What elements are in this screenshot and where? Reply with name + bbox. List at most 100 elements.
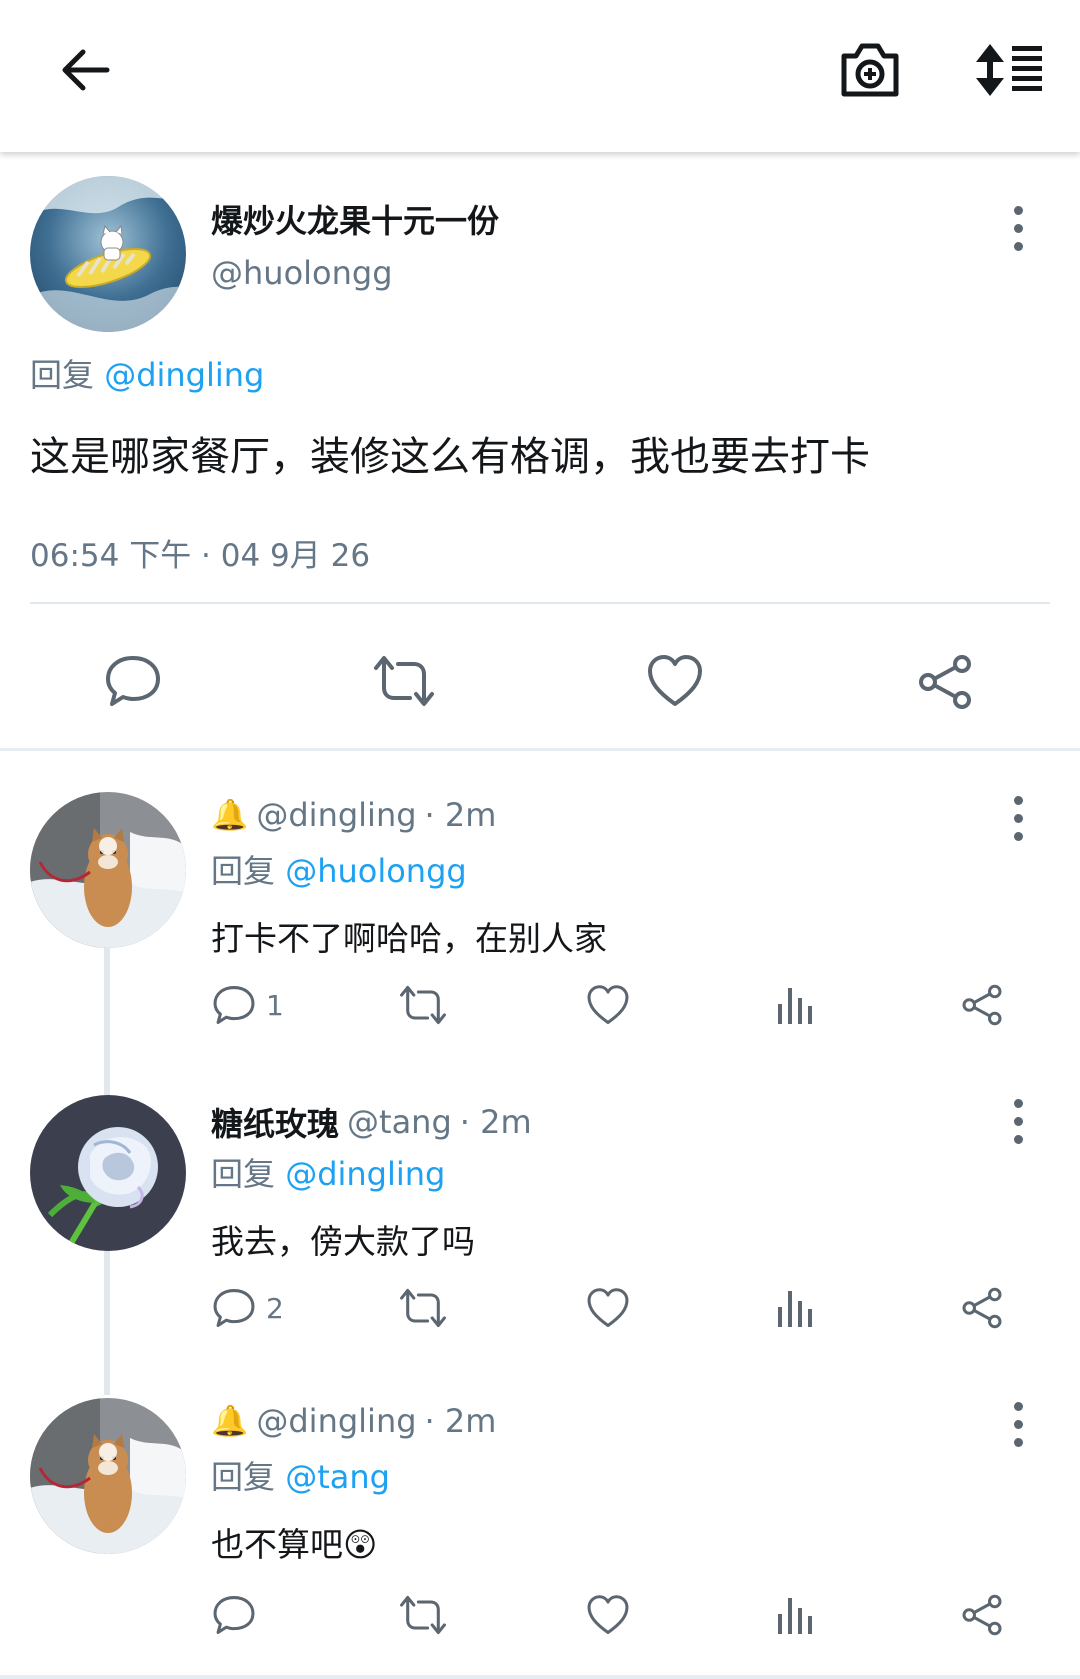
reply-context: 回复 @dingling (211, 1149, 445, 1195)
reply-mention-link[interactable]: @huolongg (285, 852, 467, 890)
author-display-name[interactable]: 爆炒火龙果十元一份 (211, 196, 499, 242)
like-button[interactable] (586, 1287, 630, 1329)
reply-count: 1 (266, 988, 284, 1022)
reply-context: 回复 @dingling (30, 350, 264, 396)
retweet-button[interactable] (370, 654, 438, 708)
avatar-crystal-rose-image (30, 1095, 186, 1251)
share-button[interactable] (960, 1594, 1004, 1636)
dot (1013, 1437, 1023, 1447)
reply-button[interactable]: 2 (212, 1287, 284, 1329)
reply-display-name[interactable]: 糖纸玫瑰 (211, 1099, 339, 1145)
retweet-icon (400, 985, 446, 1025)
top-app-bar (0, 0, 1080, 152)
avatar[interactable] (30, 792, 186, 948)
reply-icon (213, 1596, 255, 1634)
dot (1013, 1116, 1023, 1126)
author-handle[interactable]: @huolongg (211, 254, 393, 292)
reply-context: 回复 @huolongg (211, 846, 467, 892)
dot (1013, 223, 1023, 233)
sort-list-icon (976, 44, 1042, 96)
share-button[interactable] (960, 984, 1004, 1026)
tweet-action-bar (0, 632, 1080, 732)
retweet-button[interactable] (397, 1287, 449, 1329)
avatar-surfing-cat-image (30, 176, 186, 332)
like-icon (587, 1288, 629, 1327)
reply-count: 2 (266, 1291, 284, 1325)
share-button[interactable] (960, 1287, 1004, 1329)
retweet-icon (374, 656, 434, 706)
analytics-button[interactable] (776, 1287, 816, 1329)
like-button[interactable] (646, 654, 704, 708)
retweet-icon (400, 1288, 446, 1328)
divider (30, 602, 1050, 604)
bell-icon: 🔔 (211, 797, 249, 833)
more-options-button[interactable] (998, 788, 1038, 848)
section-separator (0, 748, 1080, 751)
reply-icon (106, 656, 160, 706)
more-options-button[interactable] (998, 1394, 1038, 1454)
reply-text: 也不算吧😲 (211, 1525, 378, 1564)
reply-handle[interactable]: @dingling (256, 796, 416, 834)
analytics-button[interactable] (776, 1594, 816, 1636)
analytics-bar-icon (778, 1291, 812, 1327)
dot (1013, 1134, 1023, 1144)
reply-mention-link[interactable]: @dingling (104, 356, 264, 394)
reply-tweet: 糖纸玫瑰 @tang · 2m 回复 @dingling 我去，傍大款了吗 2 (0, 1055, 1080, 1345)
like-icon (587, 1595, 629, 1634)
share-icon (919, 655, 971, 709)
bottom-divider (0, 1675, 1080, 1679)
arrow-left-icon (62, 49, 110, 91)
reply-button[interactable] (104, 654, 162, 708)
tweet-text: 这是哪家餐厅，装修这么有格调，我也要去打卡 (30, 434, 870, 480)
like-button[interactable] (586, 1594, 630, 1636)
reply-handle[interactable]: @dingling (256, 1402, 416, 1440)
reply-time: · 2m (459, 1103, 532, 1141)
more-options-button[interactable] (998, 1091, 1038, 1151)
reply-prefix: 回复 (211, 852, 276, 890)
reply-mention-link[interactable]: @dingling (285, 1155, 445, 1193)
reply-action-bar: 2 (0, 1273, 1080, 1353)
main-tweet: 爆炒火龙果十元一份 @huolongg 回复 @dingling 这是哪家餐厅，… (0, 152, 1080, 750)
like-icon (587, 985, 629, 1024)
more-options-button[interactable] (998, 198, 1038, 258)
dot (1013, 1419, 1023, 1429)
avatar[interactable] (30, 1398, 186, 1554)
camera-plus-icon (841, 43, 899, 97)
dot (1013, 205, 1023, 215)
share-icon (962, 1594, 1002, 1636)
reply-prefix: 回复 (211, 1155, 276, 1193)
dot (1013, 795, 1023, 805)
reply-handle[interactable]: @tang (347, 1103, 452, 1141)
reply-tweet: 🔔 @dingling · 2m 回复 @huolongg 打卡不了啊哈哈，在别… (0, 752, 1080, 1042)
share-icon (962, 1287, 1002, 1329)
avatar[interactable] (30, 1095, 186, 1251)
bell-icon: 🔔 (211, 1403, 249, 1439)
dot (1013, 241, 1023, 251)
avatar-shiba-dog-image (30, 1398, 186, 1554)
reply-header: 🔔 @dingling · 2m (211, 1402, 496, 1440)
reply-time: · 2m (424, 1402, 497, 1440)
like-button[interactable] (586, 984, 630, 1026)
reply-text: 我去，傍大款了吗 (211, 1222, 475, 1261)
reply-button[interactable]: 1 (212, 984, 284, 1026)
reply-header: 🔔 @dingling · 2m (211, 796, 496, 834)
analytics-button[interactable] (776, 984, 816, 1026)
back-button[interactable] (40, 30, 130, 110)
analytics-bar-icon (778, 1598, 812, 1634)
retweet-icon (400, 1595, 446, 1635)
like-icon (648, 655, 702, 706)
camera-button[interactable] (820, 30, 920, 110)
retweet-button[interactable] (397, 984, 449, 1026)
tweet-timestamp: 06:54 下午 · 04 9月 26 (30, 538, 371, 574)
dot (1013, 1098, 1023, 1108)
sort-button[interactable] (960, 30, 1060, 110)
avatar[interactable] (30, 176, 186, 332)
reply-icon (213, 1289, 255, 1327)
reply-button[interactable] (212, 1594, 256, 1636)
reply-mention-link[interactable]: @tang (285, 1458, 390, 1496)
reply-prefix: 回复 (30, 356, 95, 394)
share-button[interactable] (916, 654, 974, 710)
retweet-button[interactable] (397, 1594, 449, 1636)
reply-action-bar (0, 1580, 1080, 1660)
reply-action-bar: 1 (0, 970, 1080, 1050)
